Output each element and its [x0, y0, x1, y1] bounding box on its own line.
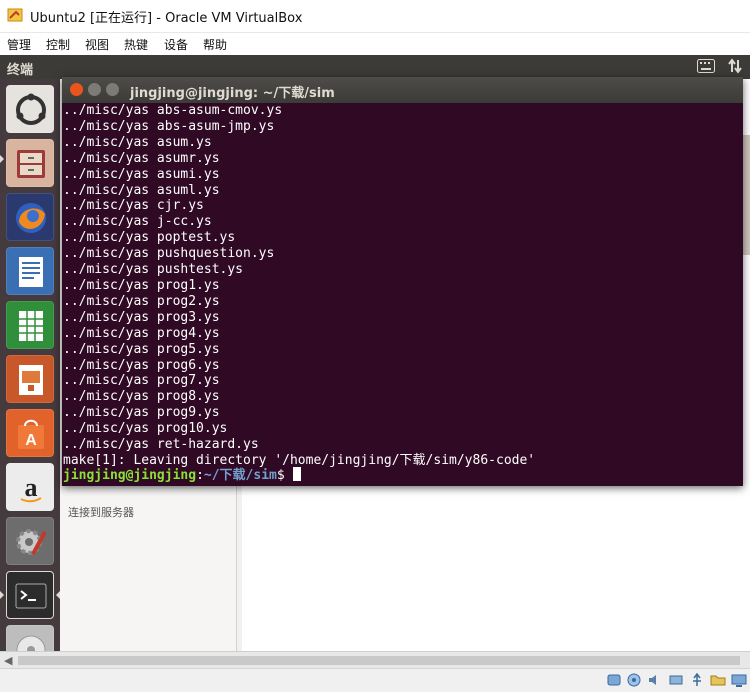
- panel-app-title: 终端: [7, 63, 34, 78]
- terminal-icon: [15, 583, 47, 609]
- maximize-button[interactable]: [106, 83, 119, 96]
- disc-icon: [16, 635, 46, 651]
- terminal-line: ../misc/yas prog5.ys: [63, 341, 220, 357]
- prompt-symbol: $: [276, 468, 293, 483]
- terminal-line: ../misc/yas prog6.ys: [63, 357, 220, 373]
- prompt-user: jingjing@jingjing: [63, 468, 197, 483]
- minimize-button[interactable]: [88, 83, 101, 96]
- menu-devices[interactable]: 设备: [164, 36, 188, 53]
- svg-text:a: a: [25, 473, 38, 502]
- ubuntu-logo-icon: [16, 93, 46, 125]
- launcher-calc[interactable]: [6, 301, 54, 349]
- terminal-title: jingjing@jingjing: ~/下载/sim: [130, 86, 335, 101]
- network-arrows-icon[interactable]: [727, 58, 743, 74]
- launcher-software-center[interactable]: A: [6, 409, 54, 457]
- scrollbar-thumb[interactable]: [18, 656, 740, 665]
- terminal-line: ../misc/yas pushtest.ys: [63, 262, 244, 278]
- file-cabinet-icon: [17, 150, 45, 178]
- shopping-bag-icon: A: [18, 419, 44, 449]
- launcher-impress[interactable]: [6, 355, 54, 403]
- background-window-edge: [743, 135, 750, 255]
- terminal-line: ../misc/yas cjr.ys: [63, 198, 204, 214]
- launcher-running-indicator: [0, 591, 4, 599]
- launcher-dash[interactable]: [6, 85, 54, 133]
- menu-view[interactable]: 视图: [85, 36, 109, 53]
- terminal-line: ../misc/yas poptest.ys: [63, 230, 236, 246]
- launcher-files-running-indicator: [0, 155, 4, 163]
- host-horizontal-scrollbar[interactable]: ◀: [0, 651, 750, 669]
- prompt-separator: :: [196, 468, 204, 483]
- terminal-line: ../misc/yas asumi.ys: [63, 166, 220, 182]
- terminal-line: ../misc/yas prog7.ys: [63, 373, 220, 389]
- menu-manage[interactable]: 管理: [7, 36, 31, 53]
- host-status-bar: [0, 668, 750, 692]
- firefox-icon: [16, 203, 46, 233]
- terminal-title-bar[interactable]: jingjing@jingjing: ~/下载/sim: [62, 77, 743, 103]
- terminal-line: ../misc/yas asumr.ys: [63, 150, 220, 166]
- vm-screen[interactable]: 终端 连接到服务器 A a jingjing@jingjing: ~/下载/si…: [0, 55, 750, 651]
- terminal-prompt[interactable]: jingjing@jingjing:~/下载/sim$: [63, 467, 301, 484]
- text-cursor: [292, 467, 301, 481]
- terminal-line: ../misc/yas prog8.ys: [63, 389, 220, 405]
- terminal-line: ../misc/yas prog9.ys: [63, 405, 220, 421]
- virtualbox-icon: [7, 8, 23, 22]
- terminal-line: ../misc/yas prog2.ys: [63, 293, 220, 309]
- connect-to-server-item[interactable]: 连接到服务器: [68, 504, 134, 520]
- terminal-window[interactable]: jingjing@jingjing: ~/下载/sim ../misc/yas …: [62, 77, 743, 486]
- usb-icon[interactable]: [689, 672, 705, 688]
- terminal-line: ../misc/yas asuml.ys: [63, 182, 220, 198]
- presentation-icon: [19, 365, 43, 395]
- unity-launcher: A a: [0, 79, 60, 651]
- menu-hotkeys[interactable]: 热键: [124, 36, 148, 53]
- launcher-terminal[interactable]: [6, 571, 54, 619]
- menu-control[interactable]: 控制: [46, 36, 70, 53]
- ubuntu-top-panel: 终端: [0, 55, 750, 79]
- terminal-line: make[1]: Leaving directory '/home/jingji…: [63, 452, 536, 468]
- terminal-line: ../misc/yas prog3.ys: [63, 309, 220, 325]
- menu-help[interactable]: 帮助: [203, 36, 227, 53]
- launcher-amazon[interactable]: a: [6, 463, 54, 511]
- display-icon[interactable]: [731, 672, 747, 688]
- terminal-line: ../misc/yas prog10.ys: [63, 421, 228, 437]
- network-adapter-icon[interactable]: [668, 672, 684, 688]
- terminal-line: ../misc/yas abs-asum-cmov.ys: [63, 103, 283, 118]
- terminal-line: ../misc/yas prog1.ys: [63, 277, 220, 293]
- hard-disk-icon[interactable]: [606, 672, 622, 688]
- terminal-line: ../misc/yas ret-hazard.ys: [63, 437, 259, 453]
- host-menu-bar: 管理 控制 视图 热键 设备 帮助: [0, 33, 750, 55]
- keyboard-icon[interactable]: [697, 59, 715, 73]
- launcher-writer[interactable]: [6, 247, 54, 295]
- audio-icon[interactable]: [647, 672, 663, 688]
- shared-folder-icon[interactable]: [710, 672, 726, 688]
- terminal-output-text: ../misc/yas abs-asum-cmov.ys ../misc/yas…: [62, 103, 743, 469]
- terminal-line: ../misc/yas pushquestion.ys: [63, 246, 275, 262]
- launcher-firefox[interactable]: [6, 193, 54, 241]
- launcher-system-settings[interactable]: [6, 517, 54, 565]
- close-button[interactable]: [70, 83, 83, 96]
- launcher-files[interactable]: [6, 139, 54, 187]
- host-title-bar: Ubuntu2 [正在运行] - Oracle VM VirtualBox: [0, 0, 750, 33]
- settings-gear-icon: [16, 529, 47, 555]
- spreadsheet-icon: [19, 311, 43, 341]
- prompt-path: ~/下载/sim: [203, 468, 277, 483]
- terminal-output[interactable]: ../misc/yas abs-asum-cmov.ys ../misc/yas…: [62, 103, 743, 486]
- terminal-line: ../misc/yas asum.ys: [63, 134, 212, 150]
- terminal-line: ../misc/yas abs-asum-jmp.ys: [63, 118, 275, 134]
- writer-document-icon: [19, 257, 43, 287]
- window-title: Ubuntu2 [正在运行] - Oracle VM VirtualBox: [30, 11, 303, 26]
- terminal-line: ../misc/yas j-cc.ys: [63, 214, 212, 230]
- amazon-icon: a: [20, 473, 42, 503]
- launcher-focus-indicator: [56, 591, 60, 599]
- optical-drive-icon[interactable]: [626, 672, 642, 688]
- launcher-dvd[interactable]: [6, 625, 54, 651]
- terminal-line: ../misc/yas prog4.ys: [63, 325, 220, 341]
- svg-text:A: A: [25, 432, 37, 449]
- scroll-left-icon[interactable]: ◀: [4, 654, 12, 667]
